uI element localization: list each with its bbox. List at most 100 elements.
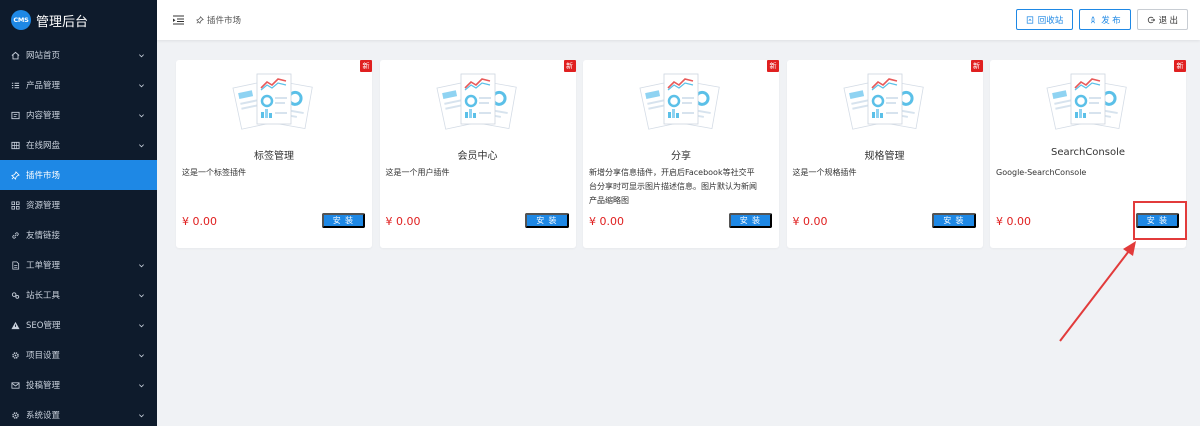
link-icon: [10, 230, 20, 240]
sidebar-item-system-settings[interactable]: 系统设置: [0, 400, 157, 426]
install-button[interactable]: 安 装: [932, 213, 976, 228]
home-icon: [10, 50, 20, 60]
plugin-thumbnail-image: [1046, 73, 1127, 130]
plugin-description: 这是一个规格插件: [792, 168, 857, 177]
recycle-icon: [1026, 15, 1033, 24]
warning-icon: [10, 320, 20, 330]
install-button[interactable]: 安 装: [525, 213, 569, 228]
breadcrumb-current: 插件市场: [207, 16, 242, 26]
sidebar-item-submissions[interactable]: 投稿管理: [0, 370, 157, 400]
mail-icon: [10, 380, 20, 390]
plugin-title: 规格管理: [864, 151, 905, 162]
gear-icon: [10, 410, 20, 420]
sidebar-item-label: 友情链接: [26, 231, 61, 241]
sidebar-item-resources[interactable]: 资源管理: [0, 190, 157, 220]
chevron-down-icon: [137, 291, 145, 299]
plugin-title: SearchConsole: [1050, 147, 1126, 158]
ticket-icon: [10, 260, 20, 270]
plugin-card: 新 规格管理 这是一个规格插件 ¥ 0.00 安 装: [786, 60, 983, 248]
new-badge: 新: [970, 60, 983, 72]
tools-icon: [10, 290, 20, 300]
publish-icon: [1091, 15, 1096, 23]
publish-label: 发 布: [1101, 14, 1121, 25]
grid-icon: [10, 140, 20, 150]
recycle-bin-label: 回收站: [1037, 14, 1064, 25]
sidebar-item-label: 插件市场: [26, 171, 61, 181]
sidebar-item-label: 网站首页: [26, 51, 61, 61]
plugin-description: 这是一个用户插件: [385, 168, 450, 177]
sidebar-item-label: 项目设置: [26, 351, 61, 361]
chevron-down-icon: [137, 51, 145, 59]
new-badge: 新: [563, 60, 576, 72]
plugin-price: ¥ 0.00: [385, 215, 421, 228]
sidebar-item-plugin-market[interactable]: 插件市场: [0, 160, 157, 190]
sidebar-item-label: 资源管理: [26, 201, 61, 211]
new-badge: 新: [1174, 60, 1186, 72]
plugin-price: ¥ 0.00: [996, 215, 1031, 228]
chevron-down-icon: [137, 111, 145, 119]
chevron-down-icon: [137, 321, 145, 329]
logo[interactable]: CMS 管理后台: [0, 0, 157, 40]
recycle-bin-button[interactable]: 回收站: [1015, 9, 1074, 30]
plugin-description: 这是一个标签插件: [182, 168, 246, 177]
sidebar-item-seo[interactable]: SEO管理: [0, 310, 157, 340]
menu-collapse-icon[interactable]: [172, 14, 184, 26]
sidebar-nav: 网站首页 产品管理 内容管理 在线网盘 插件市场 资源管理 友情链接 工单管理 …: [0, 40, 157, 426]
plugin-card: 新 分享 新增分享信息插件，开启后Facebook等社交平台分享时可显示图片描述…: [583, 60, 779, 248]
pin-icon: [10, 170, 20, 180]
plugin-price: ¥ 0.00: [589, 215, 624, 228]
plugin-thumbnail-image: [232, 73, 313, 130]
chevron-down-icon: [137, 261, 145, 269]
breadcrumb: 插件市场: [196, 14, 241, 26]
apps-icon: [10, 200, 20, 210]
sidebar-item-content[interactable]: 内容管理: [0, 100, 157, 130]
install-button[interactable]: 安 装: [728, 213, 772, 228]
plugin-card: 新 会员中心 这是一个用户插件 ¥ 0.00 安 装: [379, 60, 576, 248]
sidebar-item-label: 产品管理: [26, 81, 61, 91]
new-badge: 新: [360, 60, 372, 72]
sidebar-item-label: SEO管理: [26, 321, 61, 331]
header-actions: 回收站 发 布 退 出: [1015, 9, 1188, 30]
sidebar-item-label: 内容管理: [26, 111, 61, 121]
sidebar-item-label: 投稿管理: [26, 381, 61, 391]
install-button[interactable]: 安 装: [321, 213, 365, 228]
annotation-arrow: [1059, 241, 1136, 342]
sidebar-item-label: 工单管理: [26, 261, 61, 271]
logout-button[interactable]: 退 出: [1136, 9, 1188, 30]
list-icon: [10, 80, 20, 90]
sidebar-item-project-settings[interactable]: 项目设置: [0, 340, 157, 370]
sidebar: CMS 管理后台 网站首页 产品管理 内容管理 在线网盘 插件市场 资源管理 友…: [0, 0, 157, 426]
chevron-down-icon: [137, 351, 145, 359]
top-bar: 插件市场 回收站 发 布 退 出: [157, 0, 1200, 40]
plugin-thumbnail-image: [639, 73, 720, 130]
chevron-down-icon: [137, 381, 145, 389]
pin-icon: [196, 16, 204, 24]
chevron-down-icon: [137, 411, 145, 419]
sidebar-item-webmaster-tools[interactable]: 站长工具: [0, 280, 157, 310]
sidebar-item-home[interactable]: 网站首页: [0, 40, 157, 70]
plugin-title: 标签管理: [254, 151, 294, 162]
logout-icon: [1147, 16, 1155, 23]
sidebar-item-label: 系统设置: [26, 411, 61, 421]
logo-badge: CMS: [11, 10, 31, 30]
plugin-description: Google-SearchConsole: [996, 168, 1087, 177]
sidebar-item-label: 站长工具: [26, 291, 61, 301]
logout-label: 退 出: [1158, 14, 1178, 25]
plugin-price: ¥ 0.00: [182, 215, 217, 228]
document-icon: [10, 110, 20, 120]
sidebar-item-tickets[interactable]: 工单管理: [0, 250, 157, 280]
chevron-down-icon: [137, 81, 145, 89]
plugin-description: 新增分享信息插件，开启后Facebook等社交平台分享时可显示图片描述信息。图片…: [589, 168, 757, 205]
plugin-list: 新 标签管理 这是一个标签插件 ¥ 0.00 安 装 新 会员中心 这是一个用户…: [176, 60, 1186, 248]
plugin-title: 会员中心: [457, 151, 498, 162]
sidebar-item-friend-links[interactable]: 友情链接: [0, 220, 157, 250]
gear-icon: [10, 350, 20, 360]
plugin-card: 新 标签管理 这是一个标签插件 ¥ 0.00 安 装: [176, 60, 372, 248]
sidebar-item-cloud-disk[interactable]: 在线网盘: [0, 130, 157, 160]
sidebar-item-products[interactable]: 产品管理: [0, 70, 157, 100]
plugin-thumbnail-image: [435, 73, 517, 130]
publish-button[interactable]: 发 布: [1079, 9, 1131, 30]
app-title: 管理后台: [36, 14, 89, 30]
new-badge: 新: [767, 60, 779, 72]
chevron-down-icon: [137, 141, 145, 149]
